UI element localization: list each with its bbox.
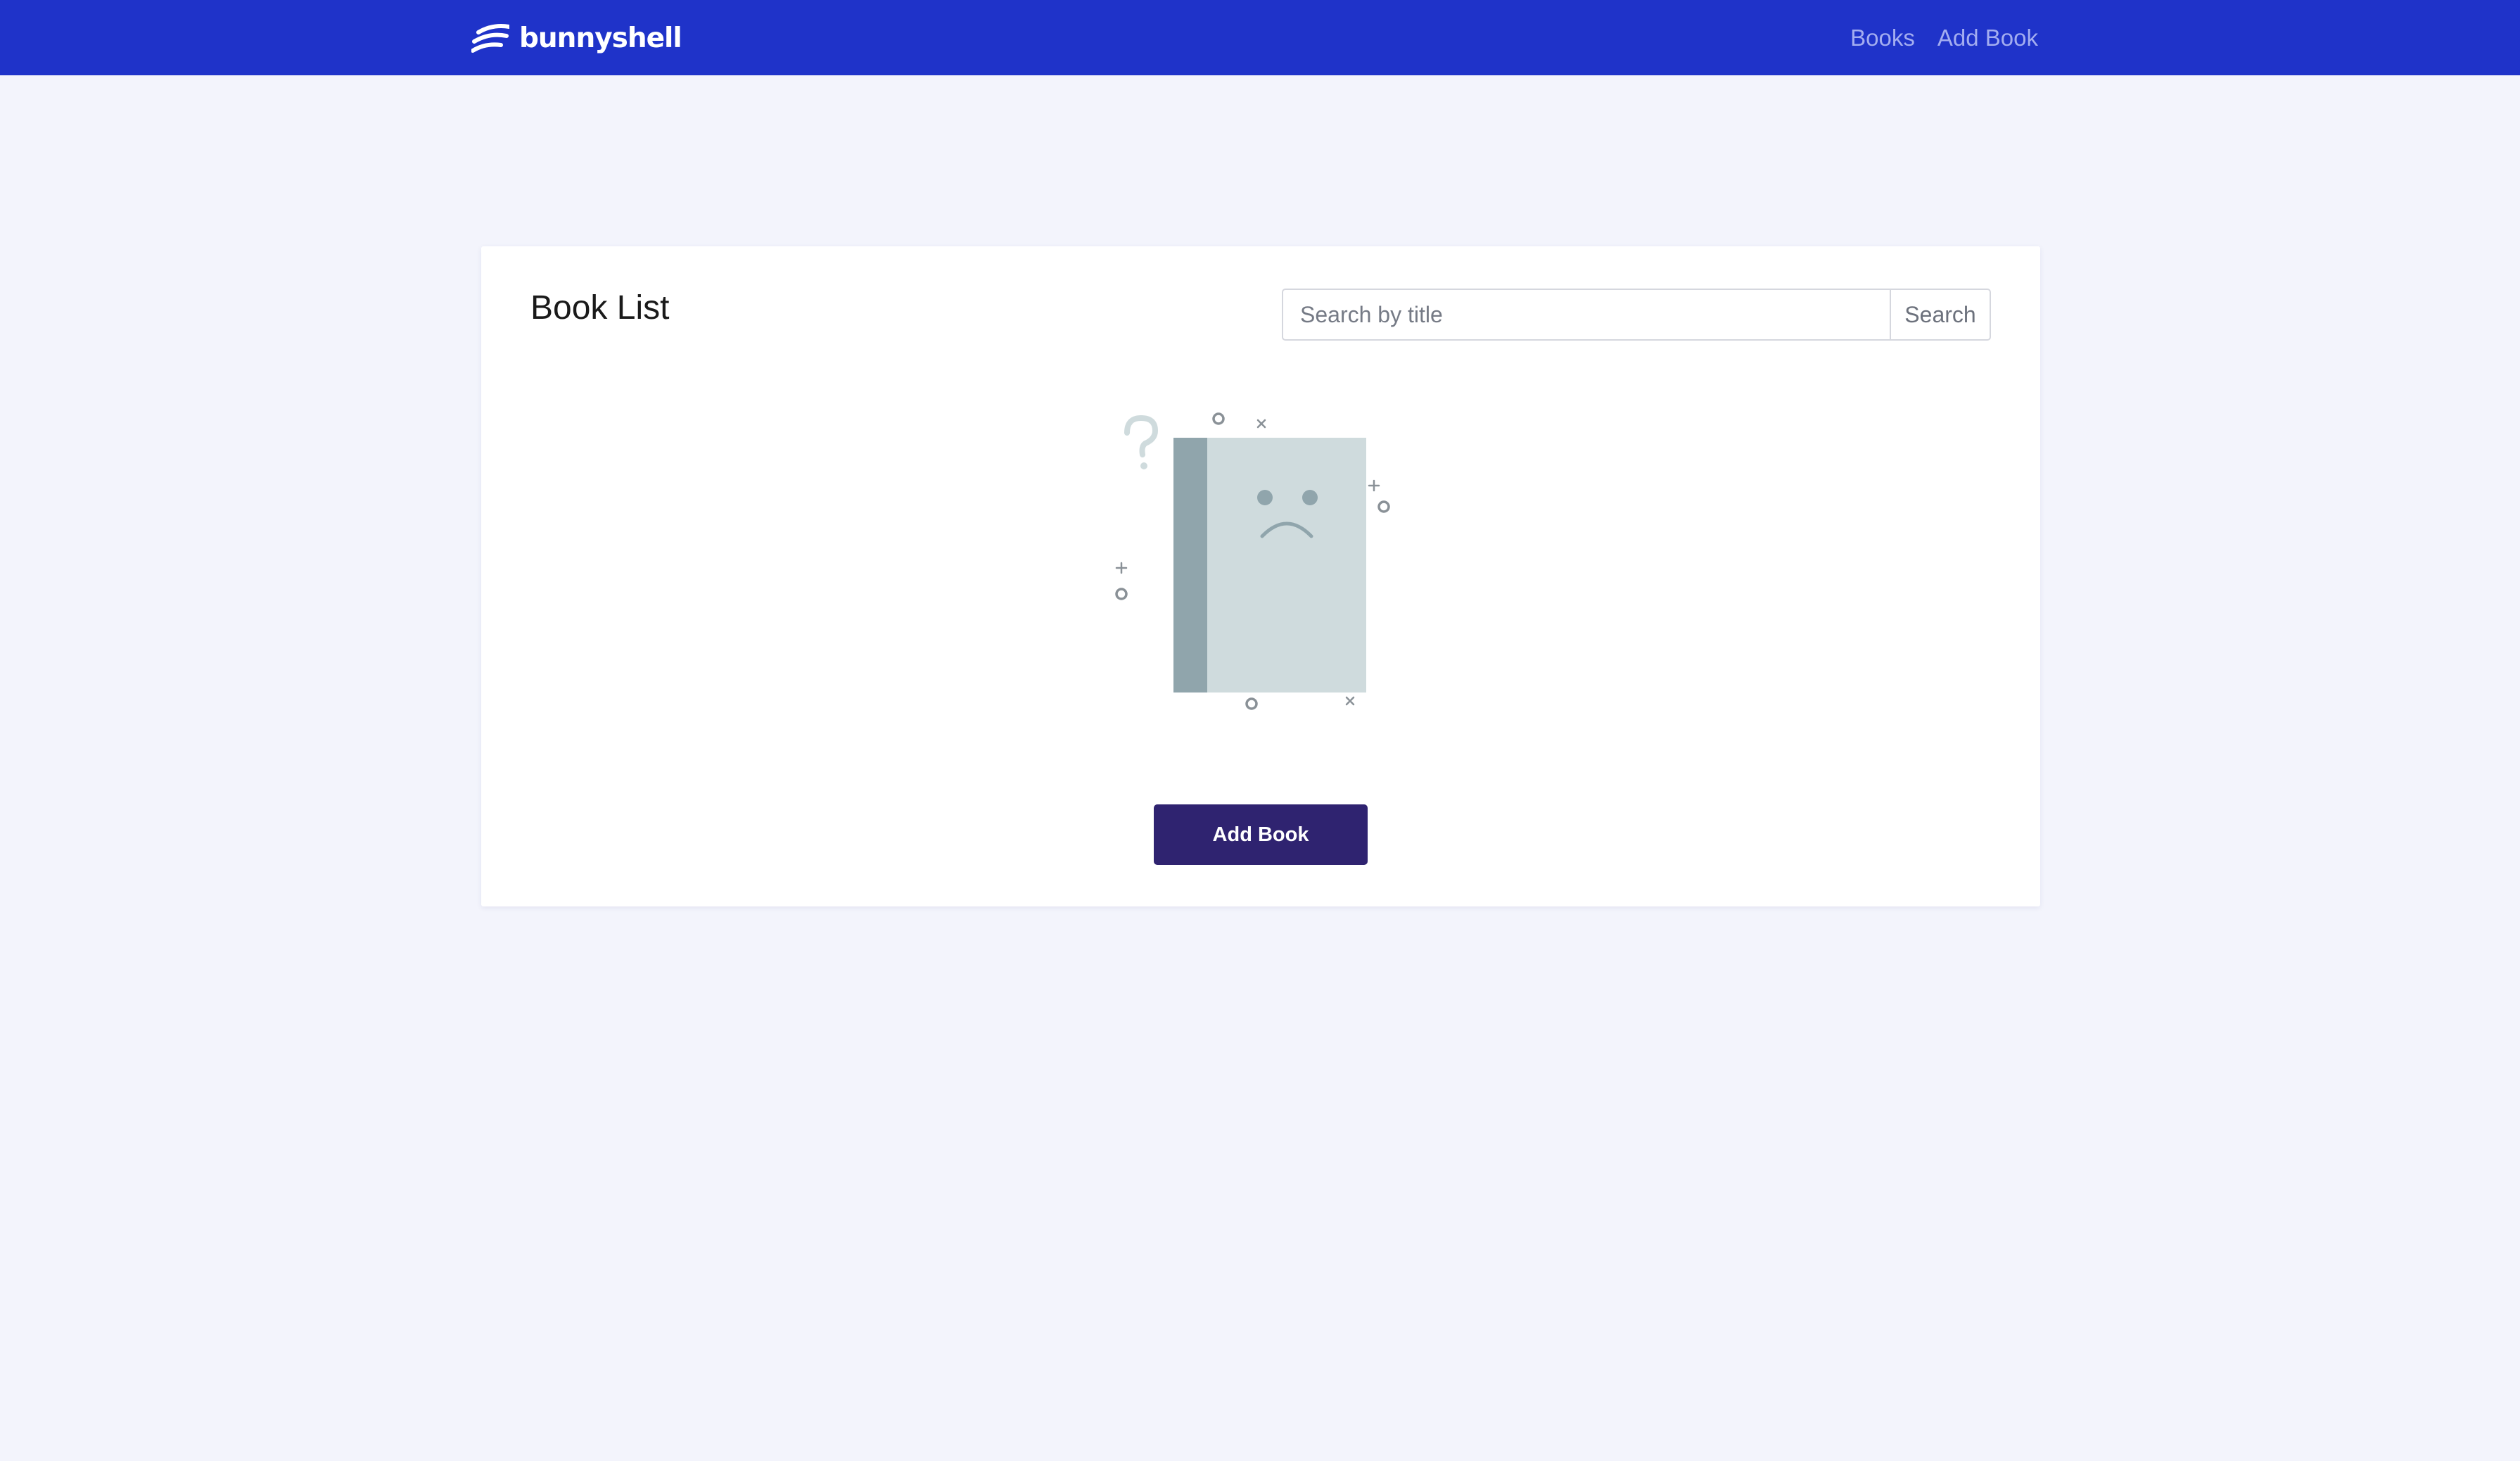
search-group: Search — [1282, 289, 1991, 341]
brand-logo-link[interactable]: bunnyshell — [471, 18, 682, 58]
search-input[interactable] — [1282, 289, 1890, 341]
nav-links: Books Add Book — [1828, 0, 2038, 75]
sad-book-icon — [1115, 412, 1390, 710]
nav-link-add-book[interactable]: Add Book — [1937, 25, 2038, 51]
brand-name: bunnyshell — [519, 22, 682, 54]
search-button[interactable]: Search — [1890, 289, 1991, 341]
top-navbar: bunnyshell Books Add Book — [0, 0, 2520, 75]
bunnyshell-logo-icon — [471, 24, 509, 53]
book-list-card: Book List Search Add Book — [481, 246, 2040, 906]
add-book-button[interactable]: Add Book — [1154, 804, 1368, 865]
nav-link-books[interactable]: Books — [1850, 25, 1915, 51]
page-title: Book List — [530, 289, 670, 327]
